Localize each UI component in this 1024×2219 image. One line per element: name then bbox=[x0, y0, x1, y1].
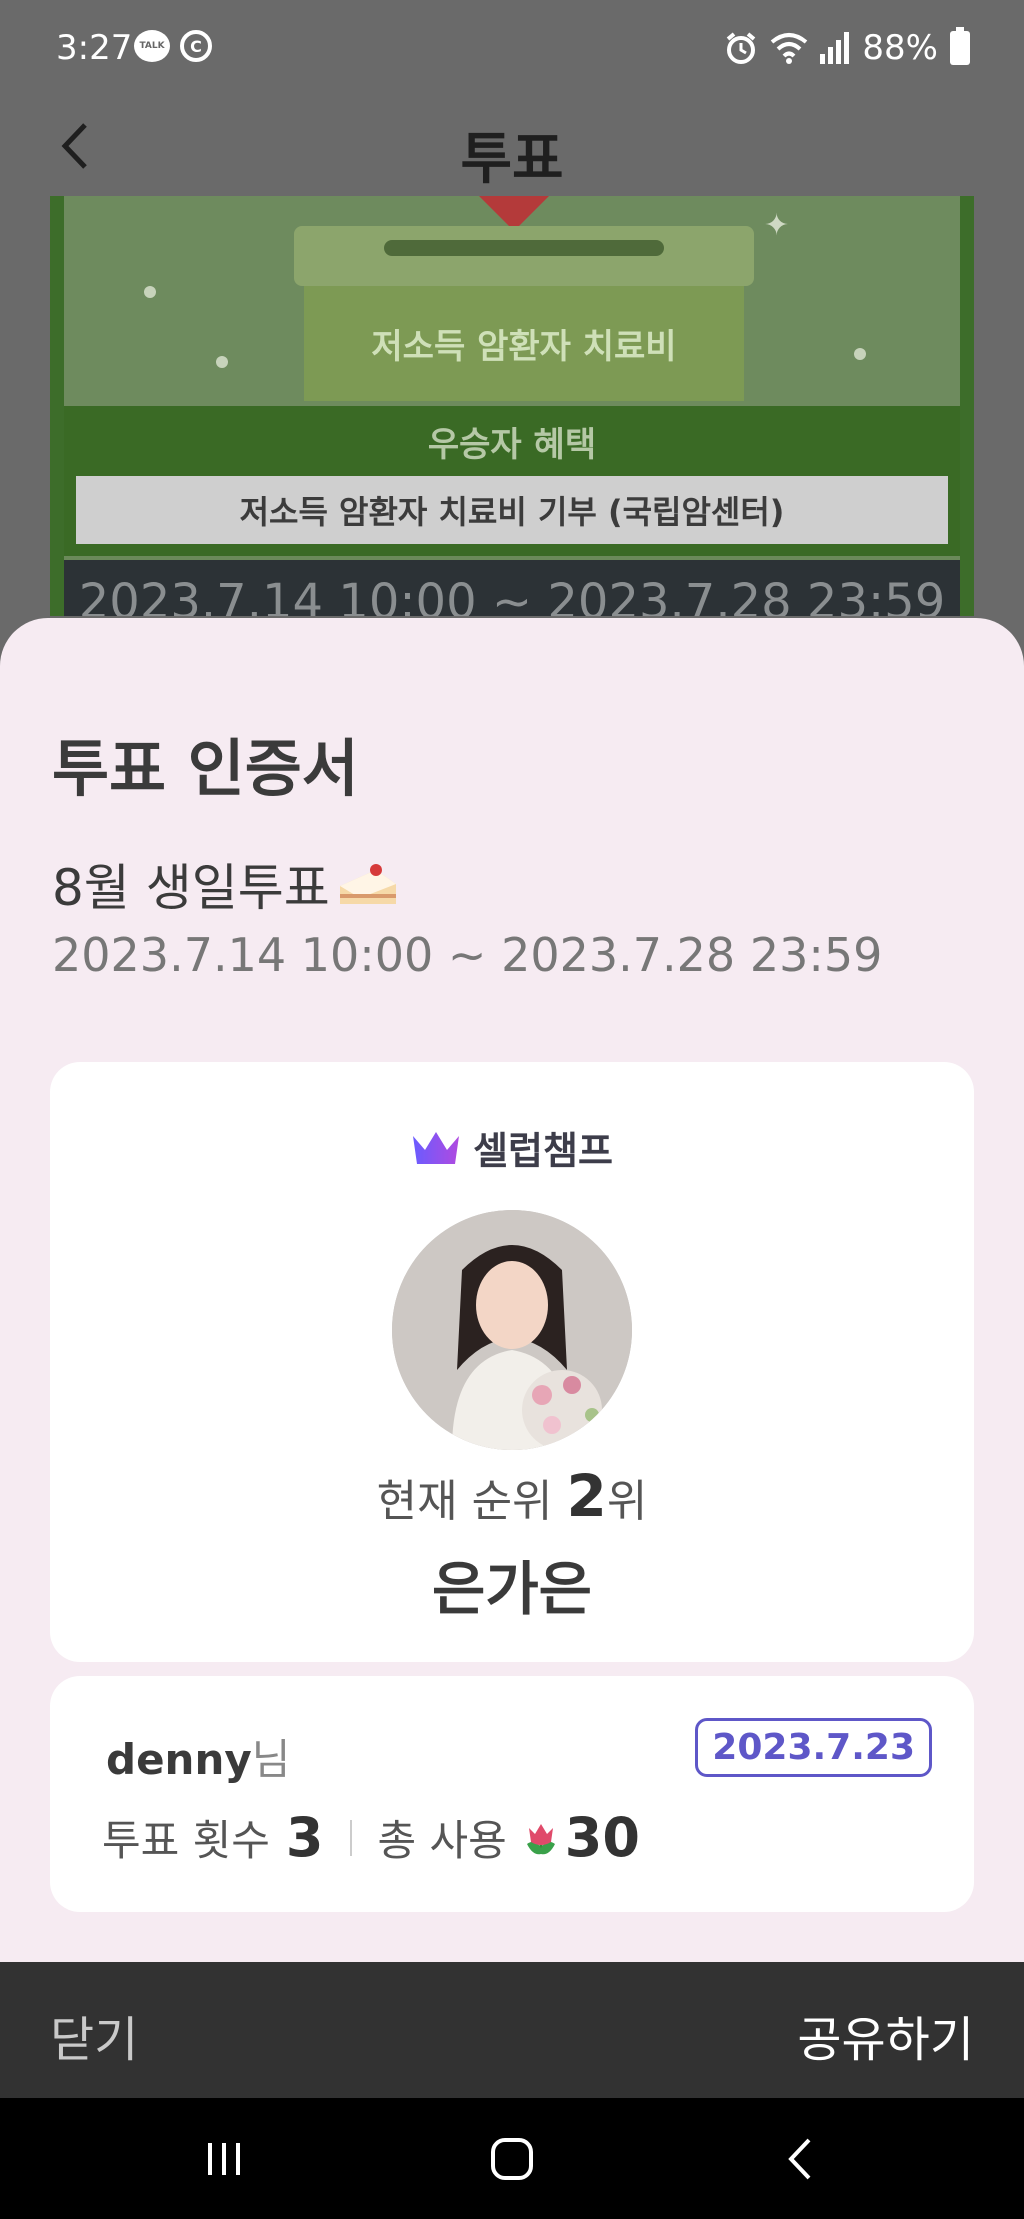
tulip-icon bbox=[526, 1823, 555, 1854]
brand-name: 셀럽챔프 bbox=[473, 1129, 613, 1173]
rank-row: 현재 순위 2위 bbox=[50, 1462, 974, 1530]
signal-icon bbox=[820, 32, 850, 64]
total-used-label: 총 사용 bbox=[377, 1816, 507, 1865]
benefit-text: 저소득 암환자 치료비 기부 (국립암센터) bbox=[76, 476, 948, 544]
kakaotalk-icon: TALK bbox=[134, 30, 170, 62]
share-button[interactable]: 공유하기 bbox=[797, 2000, 974, 2070]
benefit-title: 우승자 혜택 bbox=[427, 424, 597, 465]
recents-icon bbox=[208, 2143, 240, 2175]
benefit-title-bar: 우승자 혜택 bbox=[64, 406, 960, 476]
wifi-icon bbox=[771, 33, 808, 64]
ballot-label: 저소득 암환자 치료비 bbox=[371, 327, 677, 367]
nav-back-icon bbox=[788, 2138, 811, 2180]
status-time: 3:27 bbox=[56, 28, 133, 68]
vote-period: 2023.7.14 10:00 ~ 2023.7.28 23:59 bbox=[52, 928, 883, 982]
vote-name: 8월 생일투표 bbox=[52, 859, 330, 917]
alarm-icon bbox=[727, 32, 756, 64]
close-button[interactable]: 닫기 bbox=[50, 2000, 138, 2070]
system-nav-bar bbox=[0, 2098, 1024, 2219]
nav-back-button[interactable] bbox=[770, 2132, 830, 2186]
total-used: 30 bbox=[564, 1806, 640, 1869]
user-vote-card: denny님 2023.7.23 투표 횟수 3 총 사용 30 bbox=[50, 1676, 974, 1912]
action-bar: 닫기 공유하기 bbox=[0, 1962, 1024, 2098]
decor-dot bbox=[854, 348, 866, 360]
rank-suffix: 위 bbox=[606, 1476, 648, 1527]
vote-banner: ✦ 저소득 암환자 치료비 우승자 혜택 저소득 암환자 치료비 기부 (국립암… bbox=[50, 196, 974, 616]
page-title: 투표 bbox=[460, 127, 564, 192]
rank-number: 2 bbox=[566, 1462, 607, 1530]
sheet-title: 투표 인증서 bbox=[52, 732, 359, 805]
avatar bbox=[392, 1210, 632, 1450]
banner-date-range: 2023.7.14 10:00 ~ 2023.7.28 23:59 bbox=[64, 560, 960, 616]
decor-dot bbox=[216, 356, 228, 368]
brand-row: 셀럽챔프 bbox=[50, 1120, 974, 1175]
celeb-card: 셀럽챔프 현재 순위 2위 은가은 bbox=[50, 1062, 974, 1662]
user-suffix: 님 bbox=[251, 1735, 291, 1784]
certificate-sheet: 투표 인증서 8월 생일투표 2023.7.14 10:00 ~ 2023.7.… bbox=[0, 618, 1024, 1963]
banner-illustration: ✦ 저소득 암환자 치료비 bbox=[64, 196, 960, 406]
divider bbox=[349, 1819, 352, 1856]
battery-percent: 88% bbox=[862, 28, 938, 68]
sparkle-icon: ✦ bbox=[764, 208, 790, 243]
recents-button[interactable] bbox=[194, 2132, 254, 2186]
vote-name-row: 8월 생일투표 bbox=[52, 848, 400, 920]
vote-count: 3 bbox=[285, 1806, 324, 1869]
benefit-text-bar: 저소득 암환자 치료비 기부 (국립암센터) bbox=[64, 476, 960, 556]
celeb-photo bbox=[392, 1210, 632, 1450]
header: 투표 bbox=[0, 100, 1024, 196]
status-right-icons: 88% bbox=[724, 27, 970, 68]
rank-prefix: 현재 순위 bbox=[376, 1476, 553, 1527]
vote-count-label: 투표 횟수 bbox=[102, 1816, 270, 1865]
status-bar: 3:27 TALK C 88% bbox=[0, 0, 1024, 100]
celeb-name: 은가은 bbox=[431, 1555, 593, 1623]
vote-stats: 투표 횟수 3 총 사용 30 bbox=[102, 1806, 640, 1869]
crown-icon bbox=[413, 1131, 460, 1164]
decor-dot bbox=[144, 286, 156, 298]
user-row: denny님 bbox=[106, 1726, 290, 1787]
home-icon bbox=[491, 2138, 533, 2180]
vote-date-badge: 2023.7.23 bbox=[695, 1718, 932, 1777]
ballot-box: 저소득 암환자 치료비 bbox=[294, 226, 754, 401]
battery-icon bbox=[950, 27, 970, 65]
user-name: denny bbox=[106, 1735, 252, 1784]
notification-icons: TALK C bbox=[134, 30, 212, 62]
cake-icon bbox=[339, 864, 396, 904]
home-button[interactable] bbox=[482, 2132, 542, 2186]
c-app-icon: C bbox=[180, 30, 212, 62]
